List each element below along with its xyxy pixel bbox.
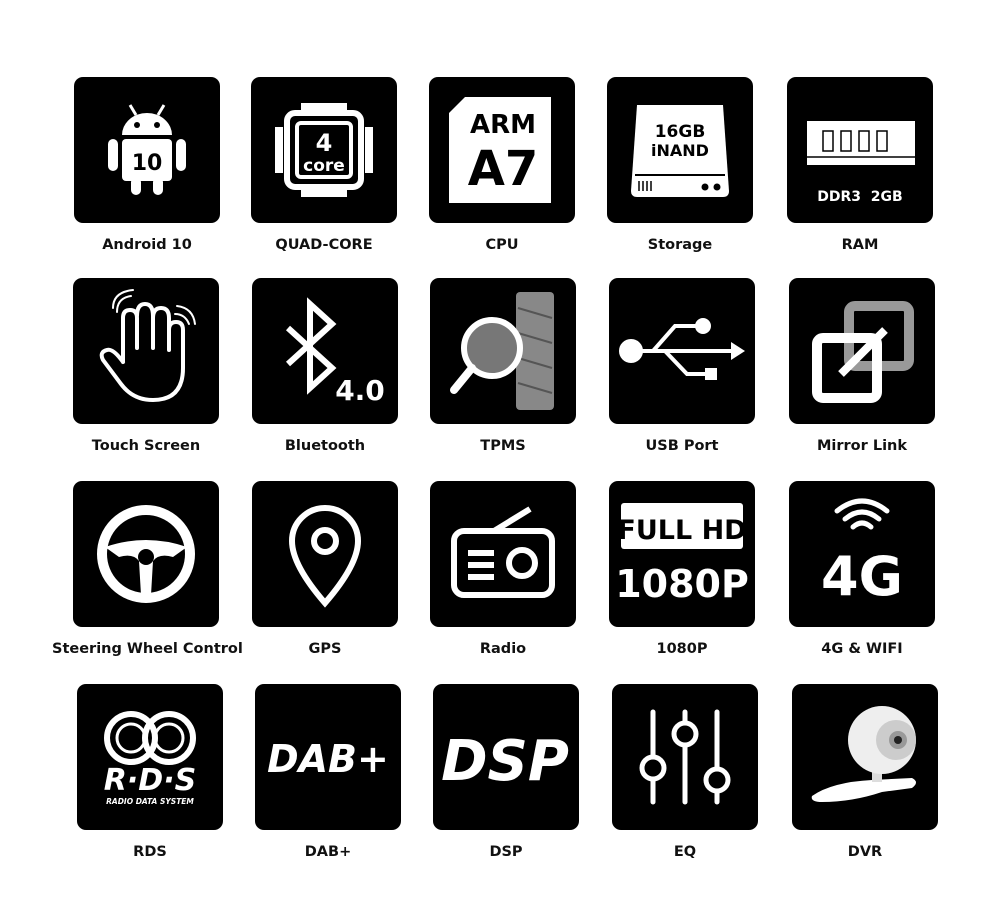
radio-icon (430, 481, 576, 627)
feature-usb-port: USB Port (592, 278, 772, 454)
feature-eq: EQ (595, 684, 775, 860)
feature-label: DSP (489, 844, 523, 860)
rds-logo-icon: R·D·S RADIO DATA SYSTEM (77, 684, 223, 830)
feature-label: TPMS (480, 438, 526, 454)
feature-label: Radio (479, 641, 527, 657)
feature-1080p: FULL HD 1080P 1080P (592, 481, 772, 657)
rds-text: R·D·S (104, 763, 196, 798)
feature-quad-core: 4 core QUAD-CORE (234, 77, 414, 253)
dsp-icon: DSP (433, 684, 579, 830)
dab-text: DAB+ (267, 737, 389, 781)
feature-label: Android 10 (102, 237, 192, 253)
feature-mirror-link: Mirror Link (772, 278, 952, 454)
feature-label: RDS (133, 844, 167, 860)
hard-drive-icon: 16GB iNAND (607, 77, 753, 223)
feature-radio: Radio (413, 481, 593, 657)
feature-label: USB Port (645, 438, 719, 454)
feature-4g-wifi: 4G 4G & WIFI (772, 481, 952, 657)
core-text: core (303, 156, 345, 176)
feature-android: 10 Android 10 (57, 77, 237, 253)
dsp-text: DSP (441, 729, 569, 794)
dash-camera-icon (792, 684, 938, 830)
bluetooth-version-text: 4.0 (335, 374, 385, 407)
feature-tpms: TPMS (413, 278, 593, 454)
feature-label: RAM (841, 237, 879, 253)
arm-chip-icon: ARM A7 (429, 77, 575, 223)
feature-label: DAB+ (304, 844, 352, 860)
feature-rds: R·D·S RADIO DATA SYSTEM RDS (60, 684, 240, 860)
dab-plus-icon: DAB+ (255, 684, 401, 830)
android-icon: 10 (74, 77, 220, 223)
feature-label: Storage (647, 237, 713, 253)
feature-steering-wheel-control: Steering Wheel Control (52, 481, 243, 657)
feature-label: GPS (308, 641, 342, 657)
feature-label: 1080P (656, 641, 708, 657)
equalizer-icon (612, 684, 758, 830)
feature-label: DVR (847, 844, 883, 860)
feature-label: CPU (485, 237, 519, 253)
resolution-text: 1080P (615, 562, 749, 606)
arm-text: ARM (470, 110, 536, 140)
feature-label: QUAD-CORE (275, 237, 373, 253)
feature-ram: DDR3 2GB RAM (770, 77, 950, 253)
full-hd-icon: FULL HD 1080P (609, 481, 755, 627)
feature-bluetooth: 4.0 Bluetooth (235, 278, 415, 454)
usb-icon (609, 278, 755, 424)
feature-label: Bluetooth (284, 438, 366, 454)
cpu-chip-icon: 4 core (251, 77, 397, 223)
steering-wheel-icon (73, 481, 219, 627)
ram-spec-text: DDR3 2GB (817, 189, 902, 205)
feature-touch-screen: Touch Screen (56, 278, 236, 454)
feature-storage: 16GB iNAND Storage (590, 77, 770, 253)
feature-cpu: ARM A7 CPU (412, 77, 592, 253)
feature-label: Touch Screen (91, 438, 201, 454)
bluetooth-icon: 4.0 (252, 278, 398, 424)
core-count-text: 4 (316, 129, 333, 157)
4g-wifi-icon: 4G (789, 481, 935, 627)
tire-magnifier-icon (430, 278, 576, 424)
radio-data-system-text: RADIO DATA SYSTEM (106, 797, 194, 806)
feature-grid: 10 Android 10 4 core QUAD-CORE ARM A7 CP… (0, 0, 1000, 898)
feature-dvr: DVR (775, 684, 955, 860)
map-pin-icon (252, 481, 398, 627)
feature-label: Steering Wheel Control (52, 641, 243, 657)
memory-module-icon: DDR3 2GB (787, 77, 933, 223)
feature-dab-plus: DAB+ DAB+ (238, 684, 418, 860)
feature-gps: GPS (235, 481, 415, 657)
4g-text: 4G (821, 545, 903, 608)
capacity-text: 16GB (655, 122, 706, 142)
feature-dsp: DSP DSP (416, 684, 596, 860)
feature-label: Mirror Link (816, 438, 908, 454)
a7-text: A7 (468, 141, 539, 197)
feature-label: EQ (673, 844, 697, 860)
feature-label: 4G & WIFI (821, 641, 903, 657)
inand-text: iNAND (651, 141, 709, 160)
mirror-link-icon (789, 278, 935, 424)
full-hd-text: FULL HD (617, 515, 746, 546)
android-version-text: 10 (132, 151, 163, 176)
hand-touch-icon (73, 278, 219, 424)
